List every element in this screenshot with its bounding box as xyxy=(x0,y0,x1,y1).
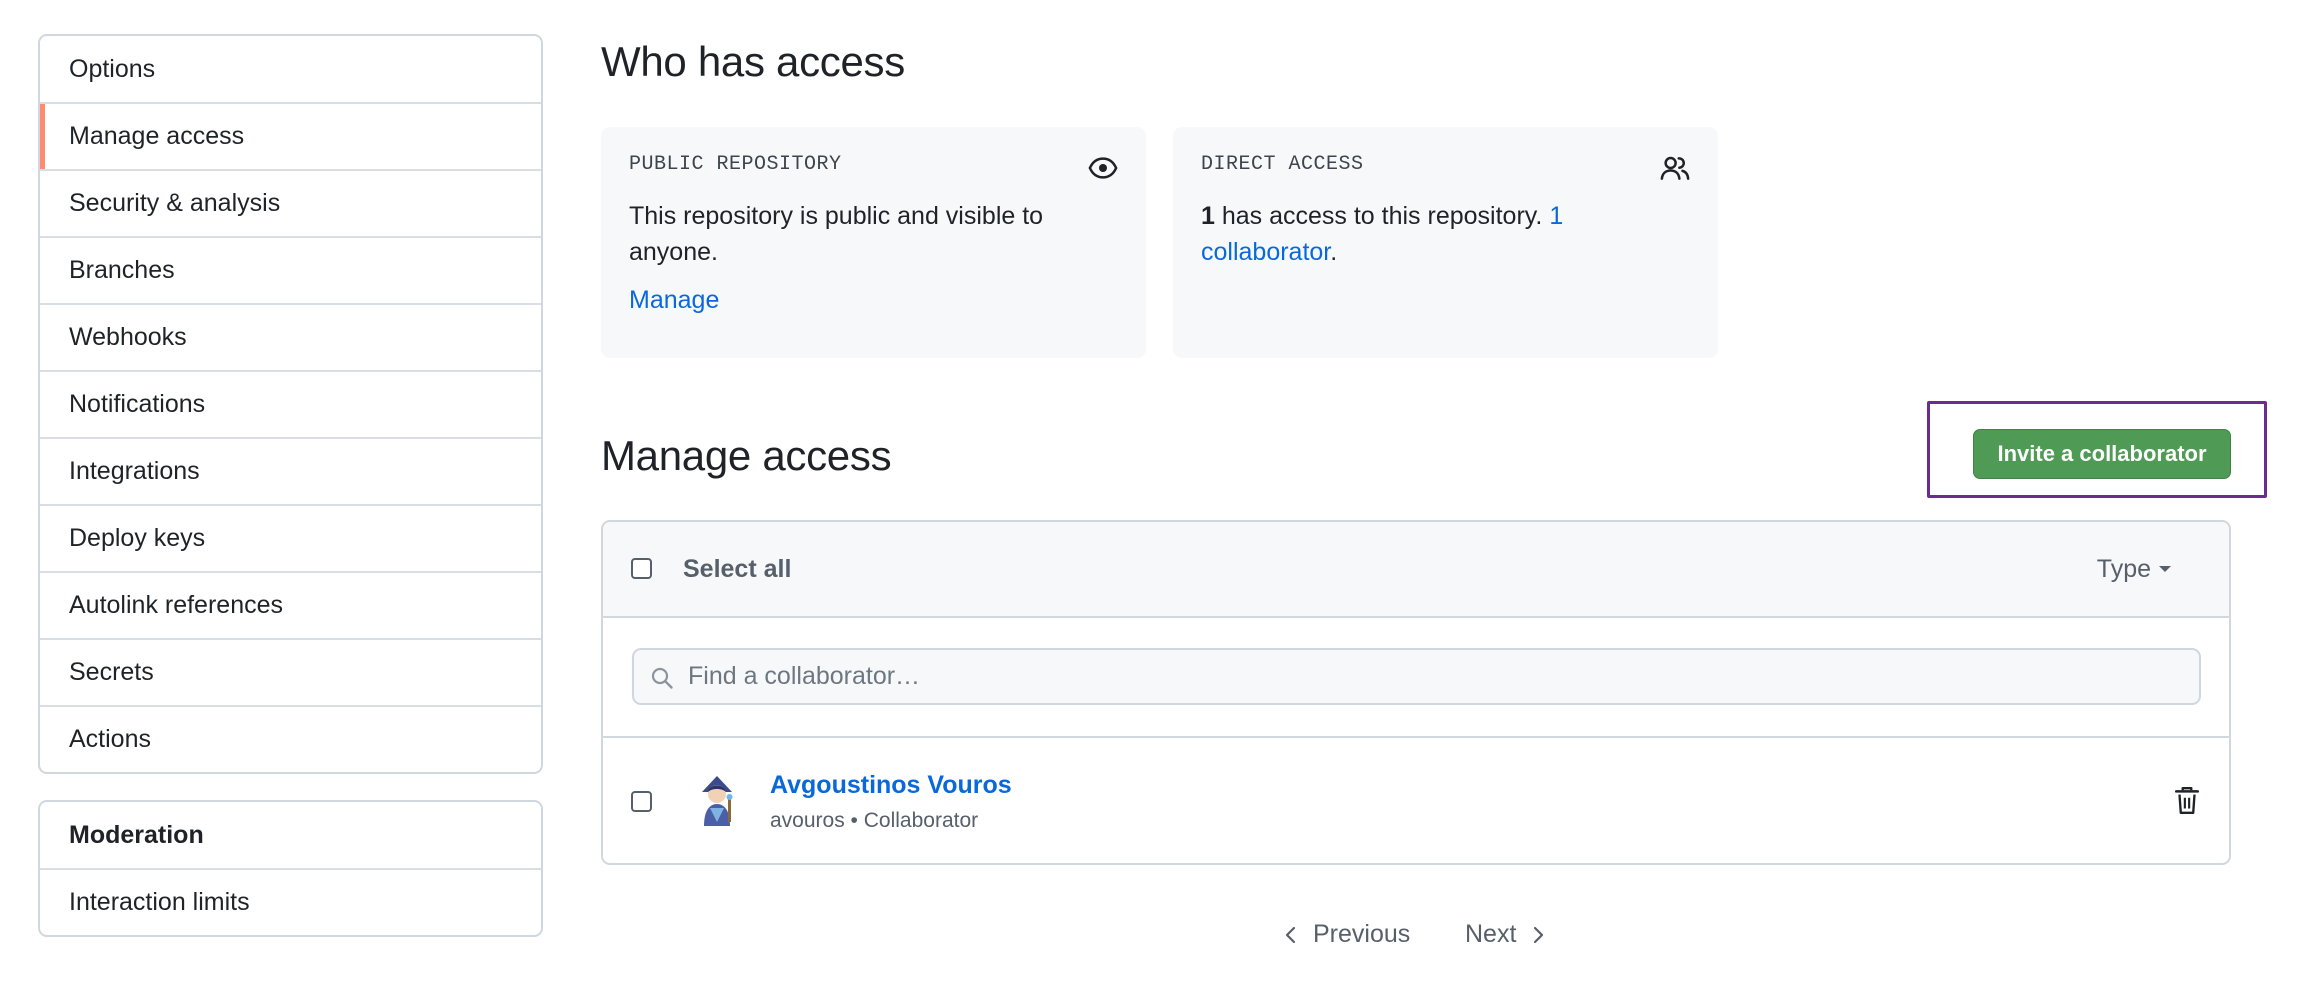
direct-access-count: 1 xyxy=(1201,202,1215,230)
previous-page-button[interactable]: Previous xyxy=(1283,920,1410,949)
select-all-checkbox[interactable] xyxy=(631,558,652,579)
pagination: Previous Next xyxy=(0,920,2300,956)
sidebar-item-webhooks[interactable]: Webhooks xyxy=(40,303,541,370)
sidebar-item-autolink-references[interactable]: Autolink references xyxy=(40,571,541,638)
caret-down-icon xyxy=(2159,566,2171,572)
manage-access-title: Manage access xyxy=(601,432,892,479)
moderation-sidebar: Moderation Interaction limits xyxy=(38,800,543,937)
sidebar-item-integrations[interactable]: Integrations xyxy=(40,437,541,504)
collaborator-name-link[interactable]: Avgoustinos Vouros xyxy=(770,771,1012,800)
select-all-label[interactable]: Select all xyxy=(683,555,791,584)
trash-icon[interactable] xyxy=(2174,786,2200,816)
type-filter-dropdown[interactable]: Type xyxy=(2097,555,2171,584)
moderation-heading: Moderation xyxy=(69,820,204,849)
table-search-row xyxy=(603,618,2229,738)
sidebar-item-actions[interactable]: Actions xyxy=(40,705,541,772)
direct-access-suffix: . xyxy=(1330,238,1338,266)
table-header: Select all Type xyxy=(603,522,2229,618)
next-label: Next xyxy=(1465,920,1517,948)
public-repository-text: This repository is public and visible to… xyxy=(629,202,1044,266)
who-has-access-title: Who has access xyxy=(601,38,905,85)
collaborator-row: Avgoustinos Vouros avouros • Collaborato… xyxy=(603,738,2229,863)
eye-icon xyxy=(1088,157,1118,179)
direct-access-label: DIRECT ACCESS xyxy=(1201,153,1364,176)
sidebar-item-notifications[interactable]: Notifications xyxy=(40,370,541,437)
collaborator-meta: avouros • Collaborator xyxy=(770,809,979,832)
people-icon xyxy=(1660,156,1690,180)
settings-sidebar: Options Manage access Security & analysi… xyxy=(38,34,543,774)
public-repository-label: PUBLIC REPOSITORY xyxy=(629,153,842,176)
direct-access-text: 1 has access to this repository. 1 colla… xyxy=(1201,198,1690,270)
sidebar-item-secrets[interactable]: Secrets xyxy=(40,638,541,705)
find-collaborator-input[interactable] xyxy=(632,648,2201,705)
invite-collaborator-button[interactable]: Invite a collaborator xyxy=(1973,429,2231,479)
chevron-left-icon xyxy=(1285,926,1296,943)
direct-access-description: has access to this repository. xyxy=(1214,202,1550,230)
previous-label: Previous xyxy=(1313,920,1411,948)
sidebar-item-branches[interactable]: Branches xyxy=(40,236,541,303)
type-filter-label: Type xyxy=(2096,554,2151,583)
sidebar-item-security-analysis[interactable]: Security & analysis xyxy=(40,169,541,236)
access-table: Select all Type Avgoustinos Vouros avour… xyxy=(601,520,2231,865)
search-icon xyxy=(651,667,673,689)
manage-visibility-link[interactable]: Manage xyxy=(629,286,719,315)
direct-access-card: DIRECT ACCESS 1 has access to this repos… xyxy=(1173,127,1718,358)
sidebar-item-manage-access[interactable]: Manage access xyxy=(40,102,541,169)
sidebar-item-options[interactable]: Options xyxy=(40,36,541,102)
collaborator-checkbox[interactable] xyxy=(631,791,652,812)
sidebar-item-deploy-keys[interactable]: Deploy keys xyxy=(40,504,541,571)
avatar[interactable] xyxy=(688,770,746,832)
chevron-right-icon xyxy=(1534,926,1544,943)
public-repository-card: PUBLIC REPOSITORY This repository is pub… xyxy=(601,127,1146,358)
next-page-button[interactable]: Next xyxy=(1465,920,1546,949)
